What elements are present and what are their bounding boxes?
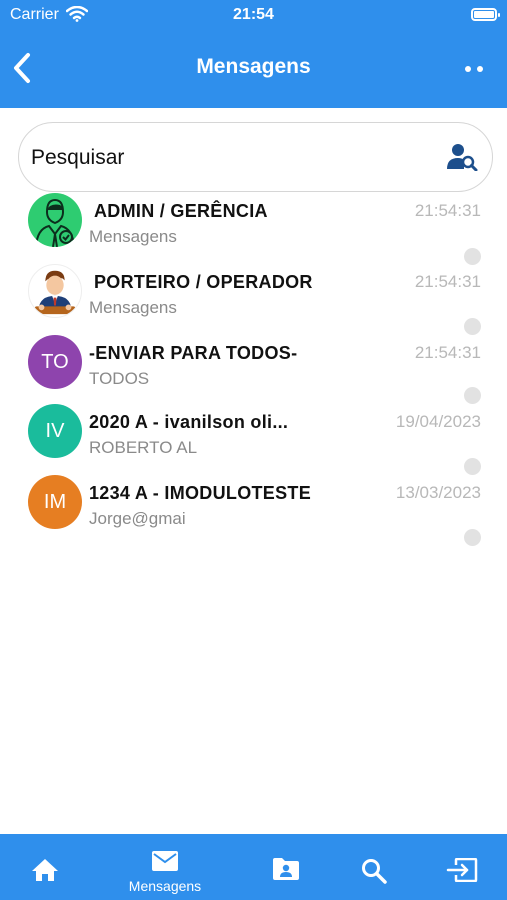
avatar: IM — [28, 475, 82, 529]
status-time: 21:54 — [233, 6, 274, 23]
envelope-icon — [152, 851, 178, 871]
message-time: 13/03/2023 — [395, 483, 481, 502]
search-icon — [362, 859, 387, 884]
contact-subtitle: ROBERTO AL — [89, 438, 198, 457]
porteiro-avatar-icon — [34, 270, 76, 315]
contact-subtitle: Mensagens — [89, 298, 177, 317]
admin-avatar-icon — [35, 198, 75, 247]
tab-label: Mensagens — [128, 878, 202, 894]
avatar — [28, 264, 82, 318]
message-time: 19/04/2023 — [395, 412, 481, 431]
contact-subtitle: TODOS — [89, 369, 150, 388]
unread-indicator — [464, 248, 481, 265]
contact-name: 1234 A - IMODULOTESTE — [89, 483, 312, 503]
search-bar — [18, 122, 493, 192]
list-item[interactable]: ADMIN / GERÊNCIA Mensagens 21:54:31 — [0, 193, 507, 265]
battery-icon — [471, 8, 500, 21]
contact-name: 2020 A - ivanilson oli... — [89, 412, 289, 432]
avatar — [28, 193, 82, 247]
message-time: 21:54:31 — [414, 343, 481, 362]
contact-name: -ENVIAR PARA TODOS- — [89, 343, 298, 363]
tab-bar: Mensagens — [0, 834, 507, 900]
unread-indicator — [464, 529, 481, 546]
more-options-button[interactable] — [463, 62, 487, 76]
contact-subtitle: Jorge@gmai — [89, 509, 186, 528]
unread-indicator — [464, 458, 481, 475]
list-item[interactable]: TO -ENVIAR PARA TODOS- TODOS 21:54:31 — [0, 335, 507, 405]
home-icon — [32, 859, 58, 881]
contact-name: PORTEIRO / OPERADOR — [94, 272, 313, 292]
tab-mensagens[interactable]: Mensagens — [125, 834, 205, 900]
list-item[interactable]: IV 2020 A - ivanilson oli... ROBERTO AL … — [0, 404, 507, 475]
tab-home[interactable] — [5, 834, 85, 900]
search-input[interactable] — [29, 137, 433, 179]
message-time: 21:54:31 — [414, 272, 481, 291]
avatar: IV — [28, 404, 82, 458]
tab-exit[interactable] — [422, 834, 502, 900]
avatar: TO — [28, 335, 82, 389]
message-time: 21:54:31 — [414, 201, 481, 220]
exit-icon — [446, 858, 478, 882]
list-item[interactable]: IM 1234 A - IMODULOTESTE Jorge@gmai 13/0… — [0, 475, 507, 546]
list-item[interactable]: PORTEIRO / OPERADOR Mensagens 21:54:31 — [0, 264, 507, 335]
unread-indicator — [464, 318, 481, 335]
navigation-header: Carrier 21:54 Mensagens — [0, 0, 507, 108]
page-title: Mensagens — [196, 55, 311, 78]
tab-search[interactable] — [334, 834, 414, 900]
tab-folder[interactable] — [246, 834, 326, 900]
contact-subtitle: Mensagens — [89, 227, 177, 246]
user-search-icon[interactable] — [446, 143, 478, 171]
contact-name: ADMIN / GERÊNCIA — [94, 201, 268, 221]
folder-user-icon — [273, 858, 299, 880]
unread-indicator — [464, 387, 481, 404]
